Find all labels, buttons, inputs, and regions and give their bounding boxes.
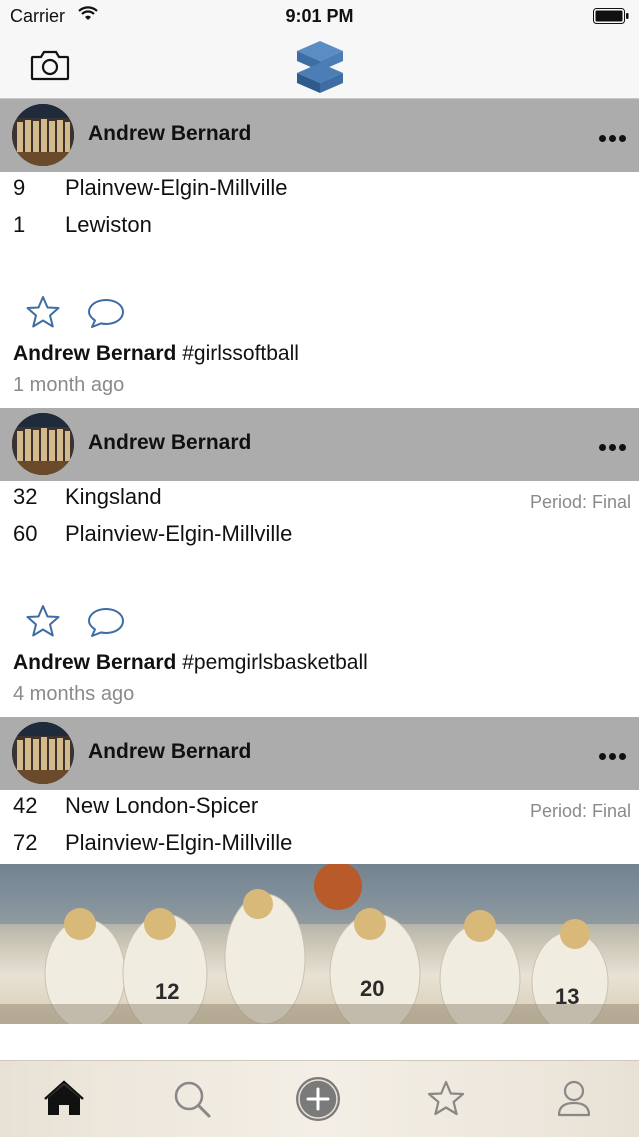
avatar[interactable] bbox=[12, 413, 74, 475]
comment-icon[interactable] bbox=[87, 606, 125, 638]
post-author[interactable]: Andrew Bernard bbox=[88, 740, 251, 764]
post-time: 4 months ago bbox=[13, 683, 135, 705]
game-period: Period: Final bbox=[529, 801, 631, 821]
post-author[interactable]: Andrew Bernard bbox=[88, 122, 251, 146]
star-icon[interactable] bbox=[422, 1075, 470, 1123]
profile-icon[interactable] bbox=[550, 1075, 598, 1123]
more-options-icon[interactable] bbox=[599, 129, 631, 143]
team-name: Plainview-Elgin-Millville bbox=[65, 830, 293, 855]
caption-author[interactable]: Andrew Bernard bbox=[13, 651, 176, 674]
feed: Andrew Bernard 9 Plainvew-Elgin-Millvill… bbox=[0, 99, 639, 1024]
score-row: 72 Plainview-Elgin-Millville bbox=[0, 827, 639, 864]
team-score: 1 bbox=[13, 212, 26, 237]
post-photo[interactable]: 12 20 13 bbox=[0, 864, 639, 1024]
camera-icon[interactable] bbox=[30, 48, 70, 82]
post-header: Andrew Bernard bbox=[0, 99, 639, 172]
search-icon[interactable] bbox=[168, 1075, 216, 1123]
post-actions bbox=[0, 294, 639, 342]
status-time: 9:01 PM bbox=[285, 6, 354, 26]
nav-bar bbox=[0, 34, 639, 99]
post-author[interactable]: Andrew Bernard bbox=[88, 431, 251, 455]
comment-icon[interactable] bbox=[87, 297, 125, 329]
svg-text:20: 20 bbox=[360, 976, 384, 1001]
post-body: 32 Kingsland Period: Final 60 Plainview-… bbox=[0, 481, 639, 717]
post-actions bbox=[0, 603, 639, 651]
score-row: 60 Plainview-Elgin-Millville bbox=[0, 518, 639, 555]
battery-icon bbox=[593, 8, 629, 24]
more-options-icon[interactable] bbox=[599, 438, 631, 452]
post: Andrew Bernard 32 Kingsland Period: Fina… bbox=[0, 408, 639, 717]
post-body: 42 New London-Spicer Period: Final 72 Pl… bbox=[0, 790, 639, 1024]
avatar[interactable] bbox=[12, 722, 74, 784]
team-score: 9 bbox=[13, 175, 26, 200]
team-score: 60 bbox=[13, 521, 38, 546]
team-score: 42 bbox=[13, 793, 38, 818]
score-row: 9 Plainvew-Elgin-Millville bbox=[0, 172, 639, 209]
more-options-icon[interactable] bbox=[599, 747, 631, 761]
basketball-photo: 12 20 13 bbox=[0, 864, 639, 1024]
svg-text:12: 12 bbox=[155, 979, 179, 1004]
app-logo bbox=[297, 41, 343, 93]
team-name: Kingsland bbox=[65, 484, 162, 509]
post-header: Andrew Bernard bbox=[0, 408, 639, 481]
score-row: 42 New London-Spicer Period: Final bbox=[0, 790, 639, 827]
status-bar: Carrier 9:01 PM bbox=[0, 0, 639, 34]
team-name: Plainview-Elgin-Millville bbox=[65, 521, 293, 546]
score-row: 32 Kingsland Period: Final bbox=[0, 481, 639, 518]
post: Andrew Bernard 42 New London-Spicer Peri… bbox=[0, 717, 639, 1024]
team-name: Plainvew-Elgin-Millville bbox=[65, 175, 288, 200]
avatar[interactable] bbox=[12, 104, 74, 166]
score-row: 1 Lewiston bbox=[0, 209, 639, 246]
home-icon[interactable] bbox=[40, 1075, 88, 1123]
post-caption: Andrew Bernard #pemgirlsbasketball bbox=[0, 651, 639, 683]
team-score: 72 bbox=[13, 830, 38, 855]
post: Andrew Bernard 9 Plainvew-Elgin-Millvill… bbox=[0, 99, 639, 408]
caption-author[interactable]: Andrew Bernard bbox=[13, 342, 176, 365]
game-period: Period: Final bbox=[529, 492, 631, 512]
post-caption: Andrew Bernard #girlssoftball bbox=[0, 342, 639, 374]
star-icon[interactable] bbox=[25, 603, 61, 639]
caption-hashtag[interactable]: #girlssoftball bbox=[182, 342, 299, 365]
team-name: New London-Spicer bbox=[65, 793, 259, 818]
post-body: 9 Plainvew-Elgin-Millville 1 Lewiston An… bbox=[0, 172, 639, 408]
team-name: Lewiston bbox=[65, 212, 152, 237]
post-header: Andrew Bernard bbox=[0, 717, 639, 790]
team-score: 32 bbox=[13, 484, 38, 509]
star-icon[interactable] bbox=[25, 294, 61, 330]
tab-bar bbox=[0, 1060, 639, 1137]
add-icon[interactable] bbox=[294, 1075, 342, 1123]
post-time: 1 month ago bbox=[13, 374, 125, 396]
caption-hashtag[interactable]: #pemgirlsbasketball bbox=[182, 651, 368, 674]
